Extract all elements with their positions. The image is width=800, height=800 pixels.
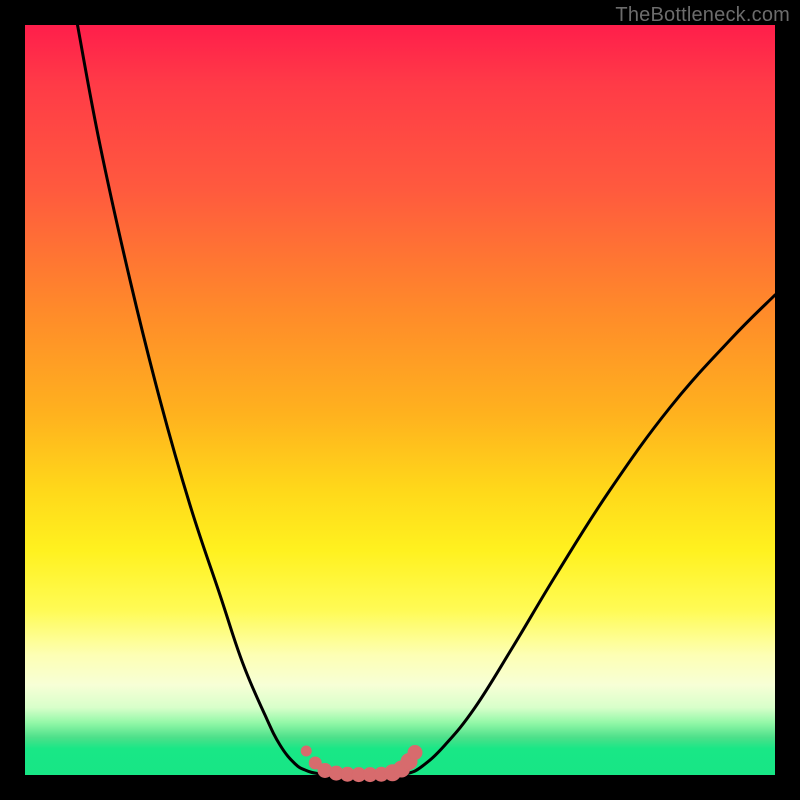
- plot-area: [25, 25, 775, 775]
- valley-marker: [301, 746, 311, 756]
- bottleneck-curve: [78, 25, 776, 775]
- valley-marker: [408, 746, 422, 760]
- chart-stage: TheBottleneck.com: [0, 0, 800, 800]
- valley-marker-group: [301, 746, 422, 782]
- chart-svg: [25, 25, 775, 775]
- watermark-text: TheBottleneck.com: [615, 4, 790, 27]
